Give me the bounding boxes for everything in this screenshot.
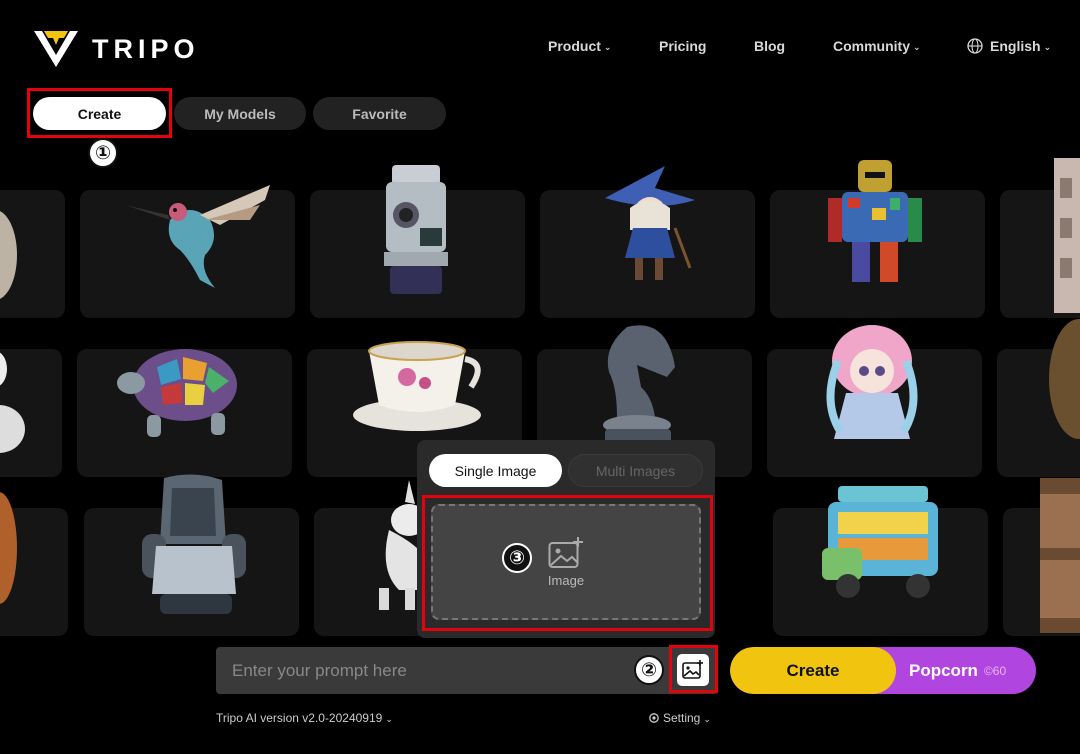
- tab-multi-images[interactable]: Multi Images: [568, 454, 703, 487]
- generate-button-group: Create Popcorn © 60: [730, 647, 1036, 694]
- hummingbird-model-image: [125, 185, 270, 288]
- gallery-card[interactable]: [767, 325, 982, 477]
- chevron-down-icon: ⌄: [913, 41, 921, 52]
- gallery-card[interactable]: [540, 166, 755, 318]
- turtle-model-image: [117, 349, 237, 437]
- chevron-down-icon: ⌄: [1043, 41, 1052, 52]
- gallery-card[interactable]: [0, 349, 62, 477]
- gallery-card[interactable]: [1003, 478, 1080, 636]
- building-model-image: [1054, 158, 1080, 313]
- anime-girl-model-image: [826, 325, 918, 439]
- gallery-card[interactable]: [1000, 158, 1080, 318]
- annotation-step-3: ③: [502, 543, 532, 573]
- gallery-card[interactable]: [997, 319, 1080, 477]
- language-label: English: [990, 38, 1041, 54]
- upload-image-button[interactable]: [677, 654, 709, 686]
- language-selector[interactable]: English ⌄: [967, 38, 1051, 54]
- lion-statue-model-image: [1049, 319, 1080, 439]
- gallery-card[interactable]: [310, 165, 525, 318]
- witch-girl-model-image: [605, 166, 695, 280]
- setting-dropdown[interactable]: Setting ⌄: [648, 711, 711, 725]
- nav-product-label: Product: [548, 38, 601, 54]
- create-button[interactable]: Create: [730, 647, 896, 694]
- nav-product[interactable]: Product ⌄: [548, 38, 611, 54]
- wooden-crate-model-image: [1040, 478, 1080, 633]
- tab-create[interactable]: Create: [33, 97, 166, 130]
- dropzone-label: Image: [547, 572, 585, 588]
- annotation-step-2: ②: [634, 655, 664, 685]
- tab-favorite[interactable]: Favorite: [313, 97, 446, 130]
- credit-coin-icon: ©: [983, 663, 993, 678]
- gear-icon: [649, 713, 659, 723]
- add-image-icon: [548, 536, 583, 568]
- image-dropzone[interactable]: Image: [431, 504, 701, 620]
- chevron-down-icon: ⌄: [703, 713, 711, 724]
- add-image-icon: [682, 660, 703, 679]
- nav-pricing-label: Pricing: [659, 38, 707, 54]
- nav-community-label: Community: [833, 38, 910, 54]
- chevron-down-icon: ⌄: [603, 41, 612, 52]
- gallery-card[interactable]: [0, 190, 65, 318]
- surveying-instrument-model-image: [384, 165, 448, 294]
- popcorn-cost: 60: [992, 663, 1007, 678]
- tab-single-image[interactable]: Single Image: [429, 454, 562, 487]
- version-selector[interactable]: Tripo AI version v2.0-20240919 ⌄: [216, 711, 393, 725]
- globe-icon: [967, 38, 983, 54]
- gallery-card[interactable]: [0, 492, 68, 636]
- tab-my-models[interactable]: My Models: [174, 97, 306, 130]
- egg-model-image: [0, 352, 25, 453]
- nav-blog[interactable]: Blog: [754, 38, 785, 54]
- gallery-card[interactable]: [773, 486, 988, 636]
- gallery-card[interactable]: [770, 160, 985, 318]
- prompt-input[interactable]: [216, 647, 656, 694]
- gaming-chair-model-image: [142, 474, 246, 614]
- food-truck-model-image: [822, 486, 938, 598]
- gallery-card[interactable]: [84, 474, 299, 636]
- gallery-card[interactable]: [77, 349, 292, 477]
- creature-model-image: [0, 492, 17, 604]
- chess-knight-model-image: [603, 325, 675, 443]
- chevron-down-icon: ⌄: [385, 713, 393, 724]
- elephant-model-image: [0, 211, 17, 299]
- nav-blog-label: Blog: [754, 38, 786, 54]
- version-label: Tripo AI version v2.0-20240919: [216, 711, 383, 725]
- nav-community[interactable]: Community ⌄: [833, 38, 921, 54]
- setting-label: Setting: [663, 711, 701, 725]
- popcorn-label: Popcorn: [909, 660, 978, 680]
- nav-pricing[interactable]: Pricing: [659, 38, 706, 54]
- gallery-card[interactable]: [80, 185, 295, 318]
- image-upload-panel: Single Image Multi Images Image: [417, 440, 715, 638]
- teacup-model-image: [353, 341, 481, 431]
- top-nav: Product ⌄ Pricing Blog Community ⌄ Engli…: [0, 38, 1080, 58]
- mosaic-knight-model-image: [828, 160, 922, 282]
